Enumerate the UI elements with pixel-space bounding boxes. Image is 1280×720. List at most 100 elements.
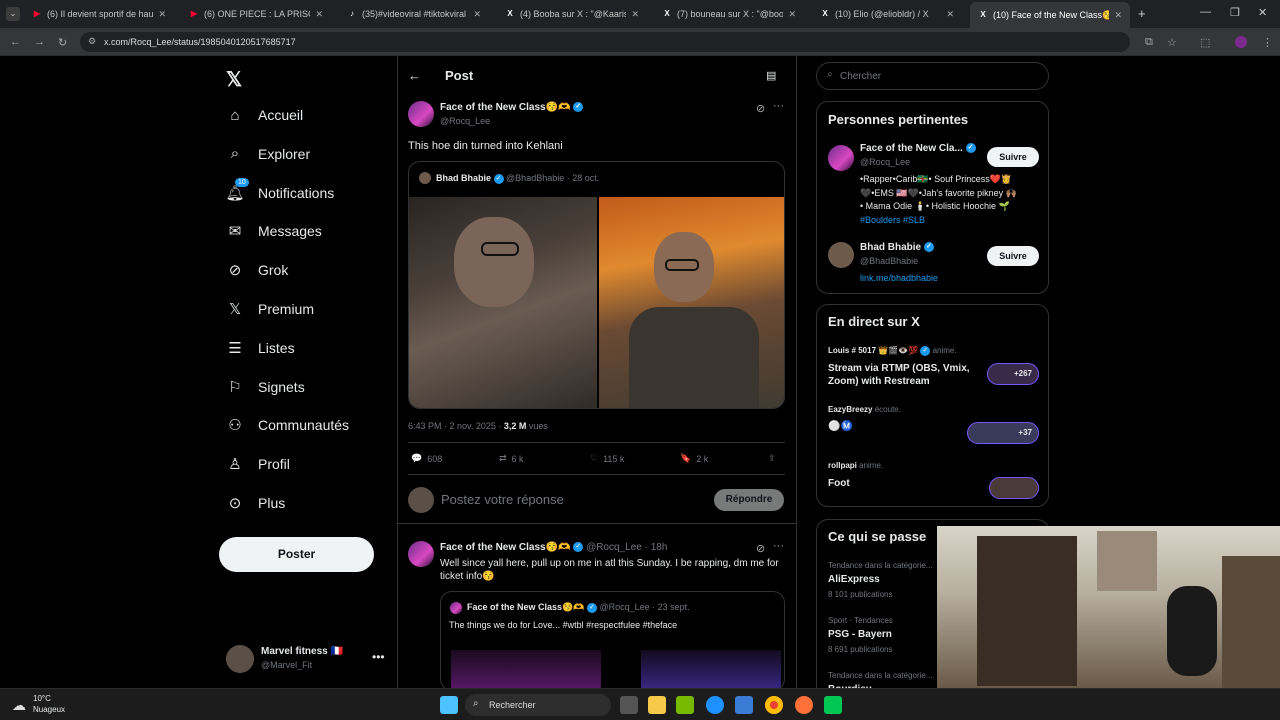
quote-photo-right[interactable] (599, 197, 784, 408)
person-name[interactable]: Bhad Bhabie ✓ (860, 242, 934, 253)
install-app-icon[interactable]: ⧉ (1145, 36, 1153, 49)
tab-close-icon[interactable]: ✕ (631, 9, 639, 20)
person-handle[interactable]: @Rocq_Lee (860, 157, 910, 167)
url-field[interactable]: ⚙ x.com/Rocq_Lee/status/1985040120517685… (80, 32, 1130, 52)
live-listeners[interactable] (989, 477, 1039, 499)
back-arrow-icon[interactable]: ← (408, 68, 421, 83)
menu-icon[interactable]: ⋮ (1262, 36, 1273, 49)
live-stream-title[interactable]: Stream via RTMP (OBS, Vmix, Zoom) with Re… (828, 362, 970, 388)
person-avatar[interactable] (828, 242, 854, 268)
sidebar-item-accueil[interactable]: ⌂ Accueil (226, 106, 303, 124)
sidebar-item-listes[interactable]: ☰ Listes (226, 339, 294, 357)
quote-photo-left[interactable] (409, 197, 597, 408)
author-name[interactable]: Face of the New Class😚🫶 ✓ (440, 102, 584, 113)
extensions-icon[interactable]: ⬚ (1200, 36, 1210, 49)
file-explorer-icon[interactable] (648, 696, 666, 714)
new-tab-button[interactable]: + (1138, 6, 1146, 21)
site-info-icon[interactable]: ⚙ (88, 36, 96, 47)
sidebar-item-signets[interactable]: ⚐ Signets (226, 378, 304, 396)
chrome-icon[interactable] (765, 696, 783, 714)
person-avatar[interactable] (828, 145, 854, 171)
reply-quoted-post[interactable]: Face of the New Class😚🫶 ✓ @Rocq_Lee · 23… (440, 591, 785, 691)
repost-action[interactable]: ⇄ 6 k (499, 453, 524, 464)
store-icon[interactable] (735, 696, 753, 714)
tab-close-icon[interactable]: ✕ (158, 9, 166, 20)
account-menu-icon[interactable]: ••• (372, 650, 385, 664)
reply-button[interactable]: Répondre (714, 489, 784, 511)
back-icon[interactable]: ← (10, 36, 21, 48)
reply-author-avatar[interactable] (408, 541, 434, 567)
account-avatar[interactable] (226, 645, 254, 673)
nvidia-icon[interactable] (676, 696, 694, 714)
live-listeners[interactable]: +267 (987, 363, 1039, 385)
firefox-icon[interactable] (795, 696, 813, 714)
grok-explain-icon[interactable]: ⊘ (756, 102, 765, 115)
tab-close-icon[interactable]: ✕ (473, 9, 481, 20)
tab-close-icon[interactable]: ✕ (1114, 10, 1122, 21)
weather-temp[interactable]: 10°C (33, 694, 51, 703)
trend-name[interactable]: PSG - Bayern (828, 629, 892, 640)
task-view-icon[interactable] (620, 696, 638, 714)
browser-tab[interactable]: ▶ (6) Il devient sportif de haut ni ✕ (24, 4, 174, 24)
live-stream-title[interactable]: Foot (828, 478, 850, 489)
x-logo-icon[interactable]: 𝕏 (226, 67, 242, 92)
person-name[interactable]: Face of the New Cla... ✓ (860, 143, 976, 154)
weather-desc[interactable]: Nuageux (33, 705, 65, 714)
tab-close-icon[interactable]: ✕ (315, 9, 323, 20)
more-options-icon[interactable]: ··· (773, 540, 784, 552)
live-stream-title[interactable]: ⚪Ⓜ️ (828, 421, 853, 432)
browser-tab[interactable]: X (4) Booba sur X : "@KaarisOffic ✕ (497, 4, 647, 24)
profile-avatar-icon[interactable] (1235, 36, 1247, 48)
browser-tab[interactable]: ▶ (6) ONE PIECE : LA PRISON D'E ✕ (181, 4, 331, 24)
trend-name[interactable]: AliExpress (828, 574, 880, 585)
sidebar-item-plus[interactable]: ⊙ Plus (226, 494, 286, 512)
sidebar-item-premium[interactable]: 𝕏 Premium (226, 300, 314, 318)
sidebar-item-communauts[interactable]: ⚇ Communautés (226, 416, 349, 434)
like-action[interactable]: ♡ 115 k (590, 453, 624, 464)
reply-action[interactable]: 💬 608 (411, 453, 442, 464)
search-box[interactable]: ⌕ Chercher (816, 62, 1049, 90)
bookmark-action[interactable]: 🔖 2 k (680, 453, 708, 464)
person-handle[interactable]: @BhadBhabie (860, 256, 918, 266)
tab-close-icon[interactable]: ✕ (788, 9, 796, 20)
quoted-post[interactable]: Bhad Bhabie ✓ @BhadBhabie · 28 oct. (408, 161, 785, 409)
reader-mode-icon[interactable]: ▤ (766, 69, 776, 82)
windows-start-icon[interactable] (440, 696, 458, 714)
browser-tab[interactable]: X (10) Face of the New Class😚🫶 ✕ (970, 2, 1130, 28)
close-window-button[interactable]: ✕ (1258, 6, 1267, 19)
reply-author[interactable]: Face of the New Class😚🫶 ✓ @Rocq_Lee · 18… (440, 542, 667, 553)
tab-search-button[interactable]: ⌄ (6, 7, 20, 21)
follow-button[interactable]: Suivre (987, 246, 1039, 266)
browser-tab[interactable]: ♪ (35)#videoviral #tiktokviral #ha ✕ (339, 4, 489, 24)
follow-button[interactable]: Suivre (987, 147, 1039, 167)
maximize-button[interactable]: ❐ (1230, 6, 1240, 19)
author-handle[interactable]: @Rocq_Lee (440, 116, 490, 126)
minimize-button[interactable]: — (1200, 6, 1211, 18)
reload-icon[interactable]: ↻ (58, 36, 67, 49)
live-listeners[interactable]: +37 (967, 422, 1039, 444)
sidebar-item-explorer[interactable]: ⌕ Explorer (226, 145, 310, 163)
share-action[interactable]: ⇪ (768, 453, 776, 464)
browser-tab[interactable]: X (10) Elio (@eliobldr) / X ✕ (812, 4, 962, 24)
app-icon[interactable] (824, 696, 842, 714)
author-avatar[interactable] (408, 101, 434, 127)
tab-close-icon[interactable]: ✕ (946, 9, 954, 20)
reply-input[interactable]: Postez votre réponse (441, 492, 564, 507)
live-host[interactable]: rollpapi anime. (828, 461, 883, 470)
live-host[interactable]: Louis # 5017 👑🎬👁️💯 ✓ anime. (828, 346, 957, 356)
forward-icon[interactable]: → (34, 36, 45, 48)
taskbar-search[interactable]: ⌕ Rechercher (465, 694, 611, 716)
sidebar-item-grok[interactable]: ⊘ Grok (226, 261, 289, 279)
star-icon[interactable]: ☆ (1167, 36, 1177, 49)
live-host[interactable]: EazyBreezy écoute. (828, 405, 901, 414)
sidebar-item-profil[interactable]: ♙ Profil (226, 455, 290, 473)
search-input[interactable]: Chercher (840, 71, 881, 82)
sidebar-item-notifications[interactable]: 🔔︎ 10 Notifications (225, 177, 334, 202)
edge-icon[interactable] (706, 696, 724, 714)
post-button[interactable]: Poster (219, 537, 374, 572)
grok-explain-icon[interactable]: ⊘ (756, 542, 765, 555)
browser-tab[interactable]: X (7) bouneau sur X : "@booba M ✕ (654, 4, 804, 24)
sidebar-item-messages[interactable]: ✉ Messages (226, 222, 322, 240)
more-options-icon[interactable]: ··· (773, 100, 784, 112)
person-link[interactable]: link.me/bhadbhabie (860, 273, 938, 283)
